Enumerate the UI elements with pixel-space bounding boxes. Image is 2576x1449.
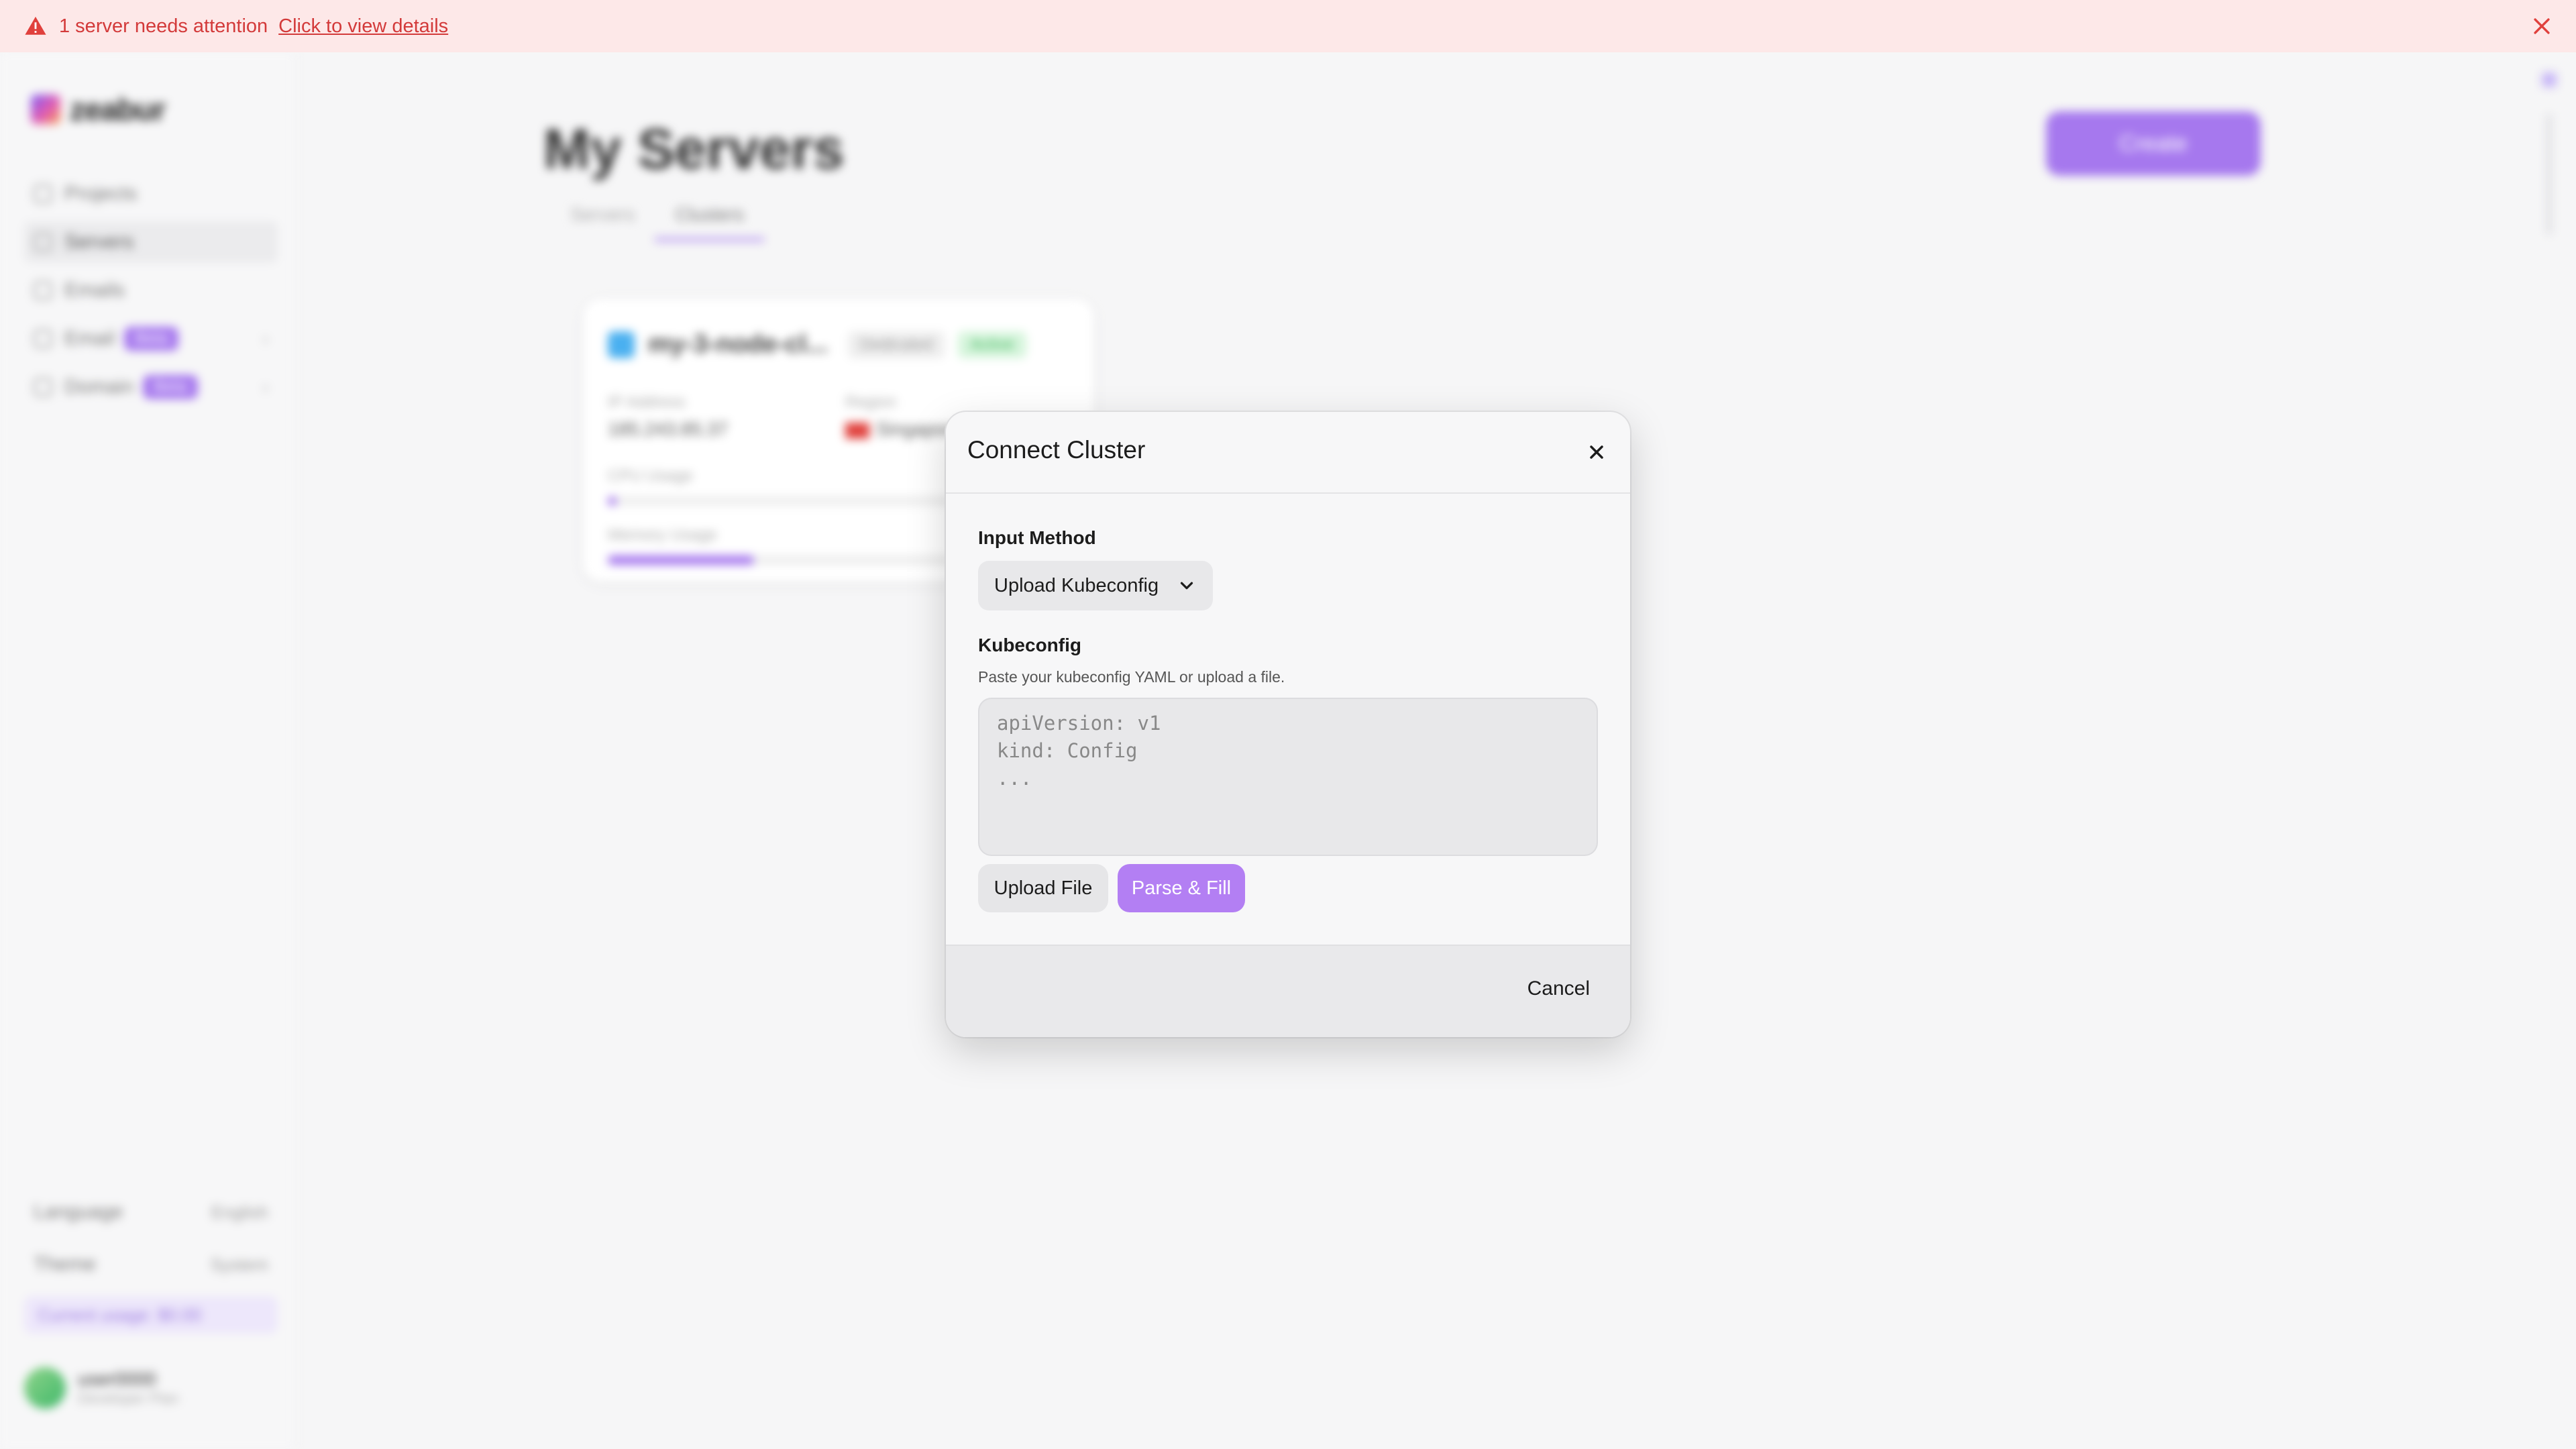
logo-mark [31,95,60,124]
close-icon[interactable] [2530,15,2553,38]
alert-banner: 1 server needs attention Click to view d… [0,0,2576,52]
language-selector[interactable]: Language English [24,1191,278,1233]
theme-value: System [210,1254,268,1275]
mail-icon [34,281,52,300]
sidebar-item-domain[interactable]: Domain Beta › [24,366,278,408]
user-name: user0000 [78,1368,156,1389]
sidebar-bottom: Language English Theme System Current us… [24,1191,278,1409]
tab-servers[interactable]: Servers [550,199,655,241]
projects-icon [34,184,52,203]
beta-badge: Beta [124,327,179,351]
warning-triangle-icon [25,16,46,35]
region-value: Singapore [845,419,962,440]
sidebar-item-label: Projects [64,182,138,205]
sidebar-item-email[interactable]: Email Beta › [24,318,278,360]
dialog-header: Connect Cluster [946,412,1630,494]
avatar [24,1367,66,1409]
sidebar: zeabur Projects Servers Emails Email Bet… [0,52,297,1449]
cpu-label: CPU Usage [608,467,693,485]
kubernetes-icon [608,331,635,358]
dialog-title: Connect Cluster [967,436,1146,464]
alert-message: 1 server needs attention [59,15,268,37]
sidebar-item-label: Emails [64,279,125,301]
servers-icon [34,233,52,252]
chevron-right-icon: › [262,376,268,397]
page-title: My Servers [543,117,845,180]
sidebar-nav: Projects Servers Emails Email Beta › Dom… [24,173,278,415]
language-value: English [211,1201,268,1222]
view-details-link[interactable]: Click to view details [278,15,448,38]
theme-label: Theme [34,1253,97,1275]
right-rail [2536,72,2563,260]
input-method-select[interactable]: Upload Kubeconfig [978,561,1213,610]
upload-file-button[interactable]: Upload File [978,864,1108,912]
close-icon[interactable] [1586,441,1607,463]
mail-icon [34,329,52,348]
ip-value: 185.243.85.37 [608,419,729,439]
sidebar-item-projects[interactable]: Projects [24,173,278,215]
chevron-down-icon [1180,582,1193,590]
user-plan: Developer Plan [78,1390,179,1407]
flag-icon [845,422,869,439]
memory-bar-fill [608,555,754,565]
region-label: Region [845,393,897,411]
language-label: Language [34,1201,123,1223]
input-method-label: Input Method [978,527,1096,548]
input-method-value: Upload Kubeconfig [994,574,1159,596]
server-name: my-3-node-cl... [648,330,828,358]
kubeconfig-label: Kubeconfig [978,635,1081,655]
sidebar-item-emails[interactable]: Emails [24,270,278,311]
sidebar-item-label: Email [64,327,115,350]
connect-cluster-dialog: Connect Cluster Input Method Upload Kube… [946,412,1630,1037]
parse-fill-button[interactable]: Parse & Fill [1118,864,1245,912]
logo-text: zeabur [70,92,166,127]
tab-clusters[interactable]: Clusters [655,199,765,241]
status-badge: Active [958,331,1026,358]
server-tag: Dedicated [848,331,945,358]
user-menu[interactable]: user0000 Developer Plan [24,1367,278,1409]
usage-indicator[interactable]: Current usage: $0.00 [24,1296,278,1334]
memory-label: Memory Usage [608,526,717,544]
cpu-bar-fill [608,496,617,506]
sidebar-item-label: Domain [64,376,134,398]
chevron-right-icon: › [262,328,268,349]
dialog-footer: Cancel [946,945,1630,1037]
server-card-header: my-3-node-cl... Dedicated Active [608,330,1026,359]
ip-label: IP Address [608,393,686,411]
kubeconfig-input[interactable] [978,698,1598,856]
rail-dot [2542,72,2557,87]
cancel-button[interactable]: Cancel [1523,977,1594,1001]
theme-selector[interactable]: Theme System [24,1244,278,1285]
beta-badge: Beta [143,375,198,399]
rail-line [2547,114,2551,235]
sidebar-item-label: Servers [64,231,134,253]
tab-bar: Servers Clusters [550,199,765,241]
globe-icon [34,378,52,396]
create-button[interactable]: Create [2046,111,2261,176]
logo: zeabur [31,91,166,127]
sidebar-item-servers[interactable]: Servers [24,221,278,263]
kubeconfig-hint: Paste your kubeconfig YAML or upload a f… [978,668,1285,686]
